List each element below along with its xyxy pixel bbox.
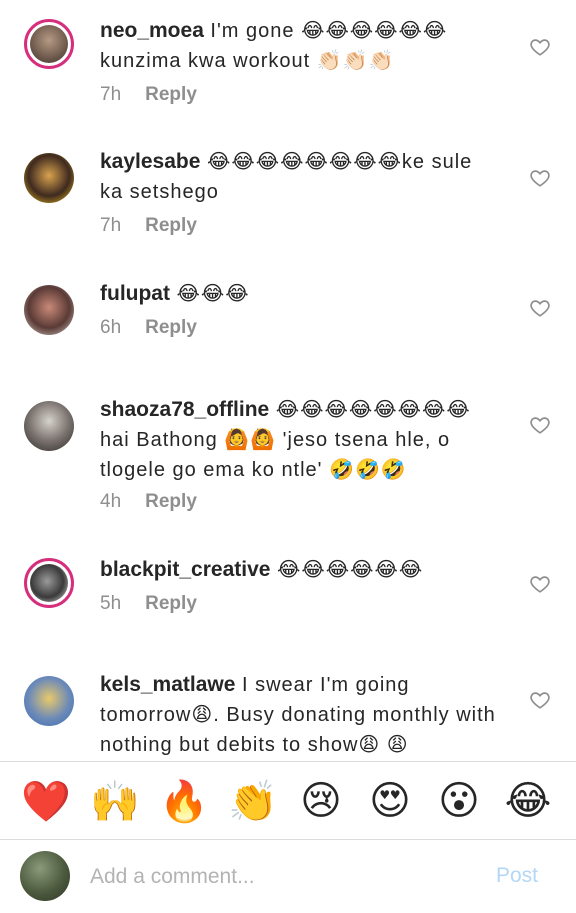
fire-emoji-icon[interactable]: 🔥 [157,774,211,828]
like-heart-icon[interactable] [529,167,551,189]
quick-reactions-bar: ❤️ 🙌 🔥 👏 😢 😍 😮 😂 [0,762,576,840]
surprised-face-emoji-icon[interactable]: 😮 [432,774,486,828]
comment-username[interactable]: fulupat [100,282,170,305]
avatar[interactable] [24,401,74,451]
avatar[interactable] [24,558,74,608]
heart-emoji-icon[interactable]: ❤️ [19,774,73,828]
raising-hands-emoji-icon[interactable]: 🙌 [88,774,142,828]
comment-text: kels_matlawe I swear I'm going tomorrow😩… [100,670,500,760]
comment-meta: 7h Reply [100,84,197,106]
comment-time: 7h [100,215,122,236]
like-heart-icon[interactable] [529,414,551,436]
comment-text: neo_moea I'm gone 😂😂😂😂😂😂 kunzima kwa wor… [100,16,500,76]
comment-username[interactable]: shaoza78_offline [100,398,269,421]
like-heart-icon[interactable] [529,689,551,711]
reply-button[interactable]: Reply [145,491,197,512]
comment-username[interactable]: blackpit_creative [100,558,270,581]
comment-body: 😂😂😂😂😂😂 [270,559,424,581]
comment-username[interactable]: kels_matlawe [100,673,235,696]
comment-text: kaylesabe 😂😂😂😂😂😂😂😂ke sule ka setshego [100,147,500,207]
reply-button[interactable]: Reply [145,593,197,614]
comment-username[interactable]: neo_moea [100,19,204,42]
comment-meta: 5h Reply [100,593,197,615]
post-button[interactable]: Post [496,864,538,888]
comment-time: 6h [100,317,122,338]
like-heart-icon[interactable] [529,36,551,58]
clapping-hands-emoji-icon[interactable]: 👏 [226,774,280,828]
comment-meta: 4h Reply [100,491,197,513]
reply-button[interactable]: Reply [145,215,197,236]
avatar[interactable] [24,19,74,69]
avatar [20,851,70,901]
comment-text: shaoza78_offline 😂😂😂😂😂😂😂😂 hai Bathong 🙆🙆… [100,395,500,485]
comment-text: blackpit_creative 😂😂😂😂😂😂 [100,555,500,585]
comment-meta: 6h Reply [100,317,197,339]
comment-time: 4h [100,491,122,512]
avatar[interactable] [24,676,74,726]
heart-eyes-emoji-icon[interactable]: 😍 [363,774,417,828]
comment-composer: Post [0,840,576,913]
reply-button[interactable]: Reply [145,317,197,338]
reply-button[interactable]: Reply [145,84,197,105]
avatar[interactable] [24,285,74,335]
comments-list: neo_moea I'm gone 😂😂😂😂😂😂 kunzima kwa wor… [0,0,576,760]
comment-body: 😂😂😂 [169,283,250,305]
comment-time: 5h [100,593,122,614]
crying-face-emoji-icon[interactable]: 😢 [294,774,348,828]
like-heart-icon[interactable] [529,297,551,319]
comment-time: 7h [100,84,122,105]
comment-input[interactable] [88,860,472,894]
avatar[interactable] [24,153,74,203]
comment-text: fulupat 😂😂😂 [100,279,500,309]
tears-of-joy-emoji-icon[interactable]: 😂 [501,774,555,828]
like-heart-icon[interactable] [529,573,551,595]
comment-meta: 7h Reply [100,215,197,237]
comment-username[interactable]: kaylesabe [100,150,200,173]
